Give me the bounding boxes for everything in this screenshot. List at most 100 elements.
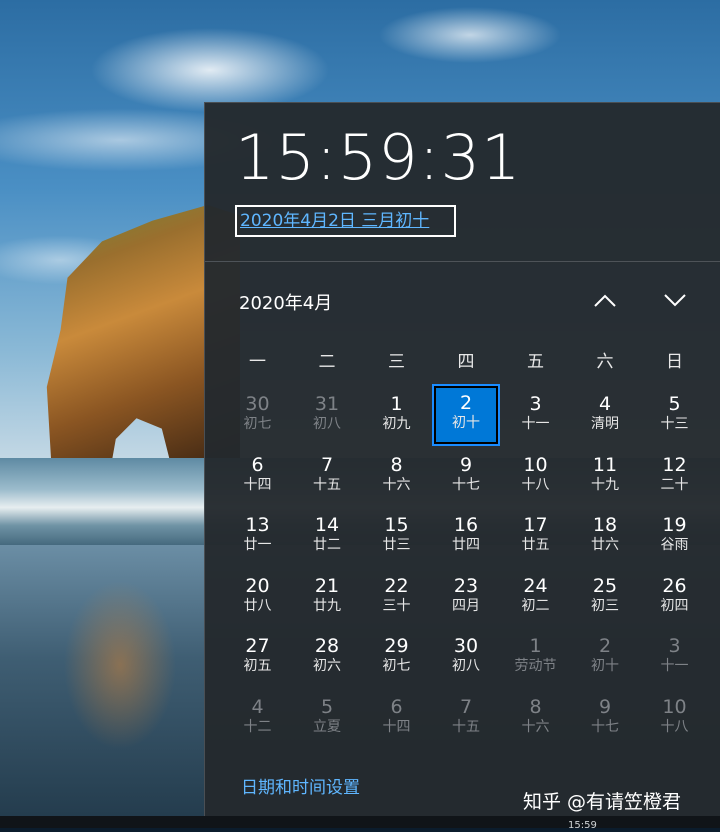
day-number: 27 [245,635,270,657]
lunar-date: 十七 [452,476,480,493]
lunar-date: 四月 [452,597,480,614]
calendar-day[interactable]: 18 廿六 [573,507,637,565]
calendar-day-today[interactable]: 2 初十 [432,384,500,446]
lunar-date: 十六 [521,718,550,735]
weekday-label: 四 [457,352,475,372]
lunar-date: 初十 [591,658,619,674]
calendar-day[interactable]: 23 四月 [434,568,498,626]
calendar-day[interactable]: 1 初九 [365,386,429,444]
lunar-date: 十九 [591,476,619,493]
calendar-day[interactable]: 14 廿二 [295,507,359,565]
calendar-day[interactable]: 9 十七 [434,447,498,505]
lunar-date: 廿四 [452,537,480,553]
day-number: 24 [523,574,548,597]
day-number: 8 [529,695,542,718]
chevron-down-icon [664,294,686,307]
lunar-date: 初二 [521,597,550,614]
day-number: 20 [245,574,270,597]
lunar-date: 廿三 [382,537,411,553]
calendar-day[interactable]: 2 初十 [573,628,637,686]
day-number: 16 [453,514,479,536]
date-time-settings-link[interactable]: 日期和时间设置 [241,773,360,798]
day-number: 7 [459,695,473,718]
calendar-day[interactable]: 11 十九 [573,447,637,505]
calendar-day[interactable]: 7 十五 [434,689,498,747]
taskbar-clock[interactable]: 15:59 [568,820,597,832]
calendar-day[interactable]: 15 廿三 [365,507,429,565]
calendar-day[interactable]: 10 十八 [504,447,568,505]
day-number: 25 [592,574,618,597]
lunar-date: 廿六 [591,537,619,553]
weekday-label: 一 [249,352,266,372]
lunar-date: 廿五 [521,537,550,553]
lunar-date: 初三 [591,597,619,614]
calendar-day[interactable]: 5 十三 [643,386,707,444]
day-number: 6 [251,453,264,476]
lunar-date: 十三 [660,416,689,432]
lunar-date: 初七 [382,658,411,674]
calendar-day[interactable]: 6 十四 [365,689,429,747]
day-number: 1 [390,393,403,415]
lunar-date: 十二 [243,718,272,735]
calendar-day[interactable]: 3 十一 [504,386,568,444]
calendar-day[interactable]: 3 十一 [643,628,707,686]
day-number: 9 [459,453,473,476]
lunar-date: 初七 [243,416,272,432]
calendar-day[interactable]: 30 初七 [226,386,290,444]
lunar-date: 十四 [243,476,272,493]
next-month-button[interactable] [655,285,695,319]
calendar-day[interactable]: 21 廿九 [295,568,359,626]
day-number: 5 [668,393,681,415]
day-number: 30 [245,393,270,415]
calendar-day[interactable]: 26 初四 [643,568,707,626]
calendar-day[interactable]: 20 廿八 [226,568,290,626]
calendar-day[interactable]: 9 十七 [573,689,637,747]
day-number: 5 [320,695,334,718]
calendar-day[interactable]: 1 劳动节 [504,628,568,686]
lunar-date: 十七 [591,718,619,735]
calendar-day[interactable]: 4 清明 [573,386,637,444]
calendar-day[interactable]: 6 十四 [226,447,290,505]
calendar-day[interactable]: 10 十八 [643,689,707,747]
taskbar: 15:59 [0,816,720,831]
previous-month-button[interactable] [585,285,625,319]
calendar-day[interactable]: 28 初六 [295,628,359,686]
calendar-day[interactable]: 24 初二 [504,568,568,626]
lunar-date: 廿九 [313,597,341,614]
calendar-day[interactable]: 7 十五 [295,447,359,505]
lunar-date: 十一 [521,416,550,432]
calendar-day[interactable]: 4 十二 [226,689,290,747]
lunar-date: 二十 [660,476,689,493]
calendar-day[interactable]: 22 三十 [365,568,429,626]
day-number: 3 [529,393,542,415]
calendar-day[interactable]: 27 初五 [226,628,290,686]
calendar-day[interactable]: 13 廿一 [226,507,290,565]
day-number: 13 [245,514,270,536]
calendar-day[interactable]: 17 廿五 [504,507,568,565]
calendar-day[interactable]: 19 谷雨 [643,507,707,565]
day-number: 1 [529,635,542,657]
day-number: 2 [598,635,612,657]
calendar-day[interactable]: 30 初八 [434,628,498,686]
calendar-day[interactable]: 12 二十 [643,447,707,505]
lunar-date: 三十 [382,597,411,614]
day-number: 11 [592,453,618,476]
calendar-day[interactable]: 8 十六 [504,689,568,747]
calendar-day[interactable]: 5 立夏 [295,689,359,747]
lunar-date: 廿八 [243,597,272,614]
day-number: 19 [662,514,687,536]
lunar-date: 谷雨 [660,537,689,553]
full-date-link[interactable]: 2020年4月2日 三月初十 [235,205,456,237]
calendar-day[interactable]: 31 初八 [295,386,359,444]
calendar-month-label[interactable]: 2020年4月 [239,289,332,315]
divider [205,261,720,262]
lunar-date: 初六 [313,658,341,674]
lunar-date: 初八 [313,416,341,432]
lunar-date: 初九 [382,416,411,432]
day-number: 9 [598,695,612,718]
calendar-day[interactable]: 16 廿四 [434,507,498,565]
day-number: 12 [662,453,687,476]
calendar-day[interactable]: 8 十六 [365,447,429,505]
calendar-day[interactable]: 29 初七 [365,628,429,686]
calendar-day[interactable]: 25 初三 [573,568,637,626]
